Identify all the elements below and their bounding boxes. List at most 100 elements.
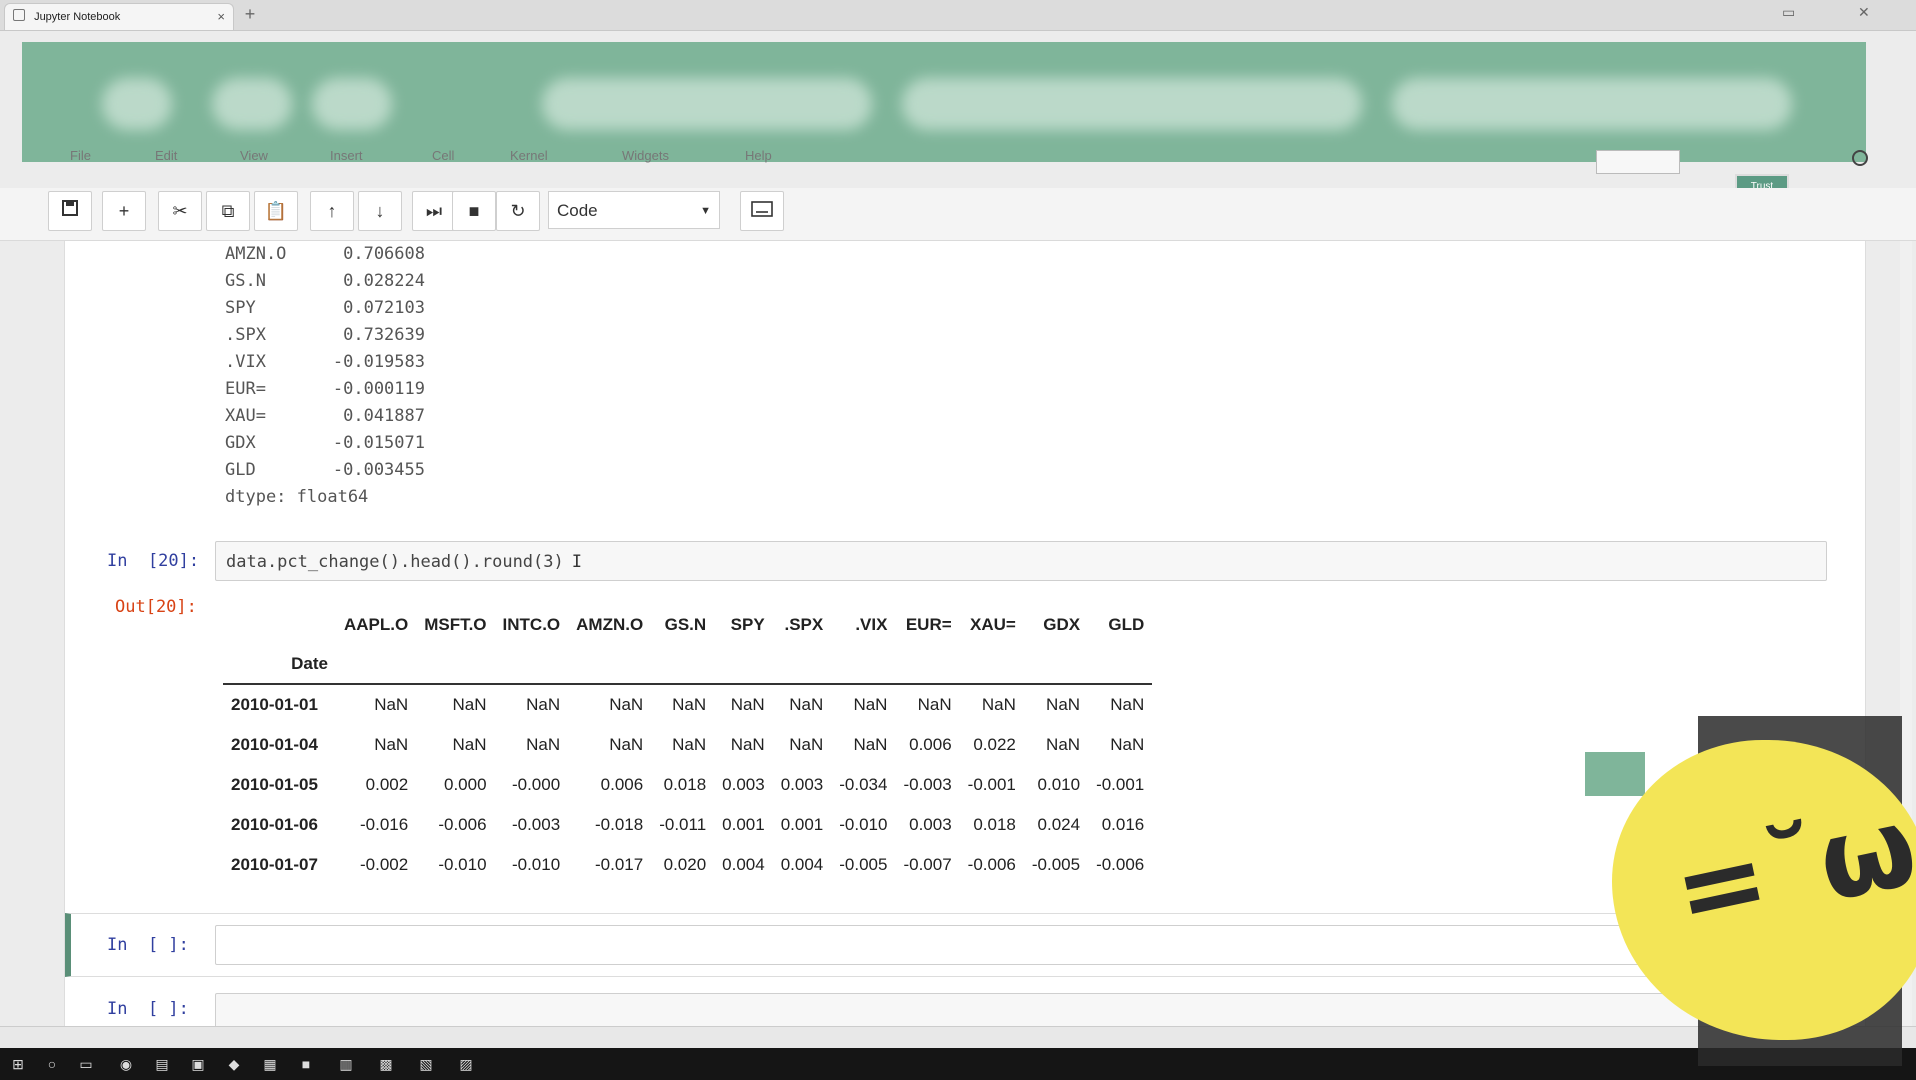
table-cell: 0.003	[909, 815, 952, 834]
keyboard-shortcuts-button[interactable]	[740, 191, 784, 231]
app-icon[interactable]: ▣	[188, 1054, 208, 1074]
table-cell: 0.001	[722, 815, 765, 834]
series-row: GDX -0.015071	[225, 433, 425, 453]
code-input-cell[interactable]	[215, 993, 1827, 1026]
app-icon[interactable]: ■	[296, 1054, 316, 1074]
restart-button[interactable]: ↻	[496, 191, 540, 231]
browser-statusbar	[0, 1026, 1916, 1049]
cell-in-prompt: In [ ]:	[107, 999, 189, 1019]
table-cell: NaN	[1110, 735, 1145, 754]
table-cell: NaN	[831, 683, 896, 725]
table-cell: -0.001	[1096, 775, 1145, 794]
app-icon[interactable]: ▥	[336, 1054, 356, 1074]
column-header: SPY	[730, 615, 765, 634]
table-cell: -0.003	[903, 775, 952, 794]
column-header: MSFT.O	[424, 615, 487, 634]
cell-type-value: Code	[557, 201, 598, 220]
table-cell: 0.010	[1037, 775, 1081, 794]
app-icon[interactable]: ▩	[376, 1054, 396, 1074]
table-cell: 0.018	[973, 815, 1016, 834]
folder-app-icon[interactable]: ▤	[152, 1054, 172, 1074]
menu-cell[interactable]: Cell	[432, 148, 454, 163]
series-dtype: dtype: float64	[225, 487, 369, 507]
code-input-cell[interactable]	[215, 925, 1827, 965]
paste-button[interactable]: 📋	[254, 191, 298, 231]
cut-button[interactable]: ✂	[158, 191, 202, 231]
series-row: SPY 0.072103	[225, 298, 425, 318]
table-cell: NaN	[1023, 683, 1089, 725]
table-cell: -0.002	[360, 855, 409, 874]
series-row: .SPX 0.732639	[225, 325, 425, 345]
menu-view[interactable]: View	[240, 148, 268, 163]
browser-tab[interactable]: Jupyter Notebook ×	[4, 3, 234, 30]
menu-kernel[interactable]: Kernel	[510, 148, 548, 163]
new-tab-button[interactable]: +	[238, 3, 262, 27]
table-cell: -0.010	[438, 855, 487, 874]
menu-widgets[interactable]: Widgets	[622, 148, 669, 163]
app-icon[interactable]: ▧	[416, 1054, 436, 1074]
table-cell: NaN	[959, 683, 1024, 725]
window-close-icon[interactable]: ✕	[1858, 4, 1870, 21]
row-index: 2010-01-05	[231, 775, 318, 794]
menu-edit[interactable]: Edit	[155, 148, 177, 163]
blur-blob	[542, 78, 872, 130]
table-cell: NaN	[494, 683, 569, 725]
move-up-button[interactable]: ↑	[310, 191, 354, 231]
blur-blob	[212, 78, 292, 130]
start-icon[interactable]: ⊞	[8, 1054, 28, 1074]
series-row: GS.N 0.028224	[225, 271, 425, 291]
notebook-toolbar: + ✂ ⧉ 📋 ↑ ↓ ⏭ ■ ↻ Code ▼	[0, 188, 1916, 241]
blur-blob	[102, 78, 172, 130]
table-cell: NaN	[1046, 735, 1081, 754]
row-index: 2010-01-07	[231, 855, 318, 874]
table-cell: NaN	[335, 683, 417, 725]
code-input-cell[interactable]: data.pct_change().head().round(3) I	[215, 541, 1827, 581]
app-icon[interactable]: ◆	[224, 1054, 244, 1074]
table-cell: 0.000	[444, 775, 487, 794]
column-header: INTC.O	[502, 615, 561, 634]
table-cell: -0.010	[511, 855, 561, 874]
series-row: XAU= 0.041887	[225, 406, 425, 426]
table-cell: -0.017	[595, 855, 644, 874]
menu-help[interactable]: Help	[745, 148, 772, 163]
table-row: 2010-01-01 NaN NaN NaN NaN NaN NaN NaN N…	[223, 683, 1153, 725]
tab-close-icon[interactable]: ×	[217, 4, 225, 30]
menu-insert[interactable]: Insert	[330, 148, 363, 163]
table-cell: 0.001	[780, 815, 824, 834]
search-icon[interactable]: ○	[42, 1054, 62, 1074]
table-cell: -0.007	[903, 855, 952, 874]
copy-button[interactable]: ⧉	[206, 191, 250, 231]
app-icon[interactable]: ▨	[456, 1054, 476, 1074]
trusted-indicator[interactable]	[1596, 150, 1680, 174]
table-cell: 0.006	[909, 735, 952, 754]
browser-tabstrip: Jupyter Notebook × + ▭ ✕	[0, 0, 1916, 31]
table-cell: NaN	[416, 683, 495, 725]
task-view-icon[interactable]: ▭	[76, 1054, 96, 1074]
chevron-down-icon: ▼	[700, 205, 711, 217]
table-cell: 0.016	[1101, 815, 1145, 834]
table-cell: -0.016	[360, 815, 409, 834]
table-cell: -0.018	[595, 815, 644, 834]
menu-file[interactable]: File	[70, 148, 91, 163]
notebook-area: AMZN.O 0.706608 GS.N 0.028224 SPY 0.072103 …	[64, 241, 1866, 1026]
blurred-header	[22, 42, 1866, 162]
restore-icon[interactable]: ▭	[1782, 4, 1795, 21]
app-icon[interactable]: ▦	[260, 1054, 280, 1074]
run-button[interactable]: ⏭	[412, 191, 456, 231]
insert-cell-button[interactable]: +	[102, 191, 146, 231]
cell-type-select[interactable]: Code ▼	[548, 191, 720, 229]
browser-app-icon[interactable]: ◉	[116, 1054, 136, 1074]
row-index: 2010-01-01	[223, 683, 336, 725]
table-cell: -0.005	[1031, 855, 1081, 874]
table-cell: -0.010	[839, 815, 888, 834]
row-index: 2010-01-06	[231, 815, 318, 834]
save-button[interactable]	[48, 191, 92, 231]
table-cell: 0.006	[600, 775, 644, 794]
interrupt-button[interactable]: ■	[452, 191, 496, 231]
column-header: GDX	[1043, 615, 1081, 634]
series-row: GLD -0.003455	[225, 460, 425, 480]
keyboard-icon	[751, 201, 773, 217]
index-name: Date	[291, 654, 328, 673]
text-cursor-icon: I	[571, 552, 583, 572]
move-down-button[interactable]: ↓	[358, 191, 402, 231]
